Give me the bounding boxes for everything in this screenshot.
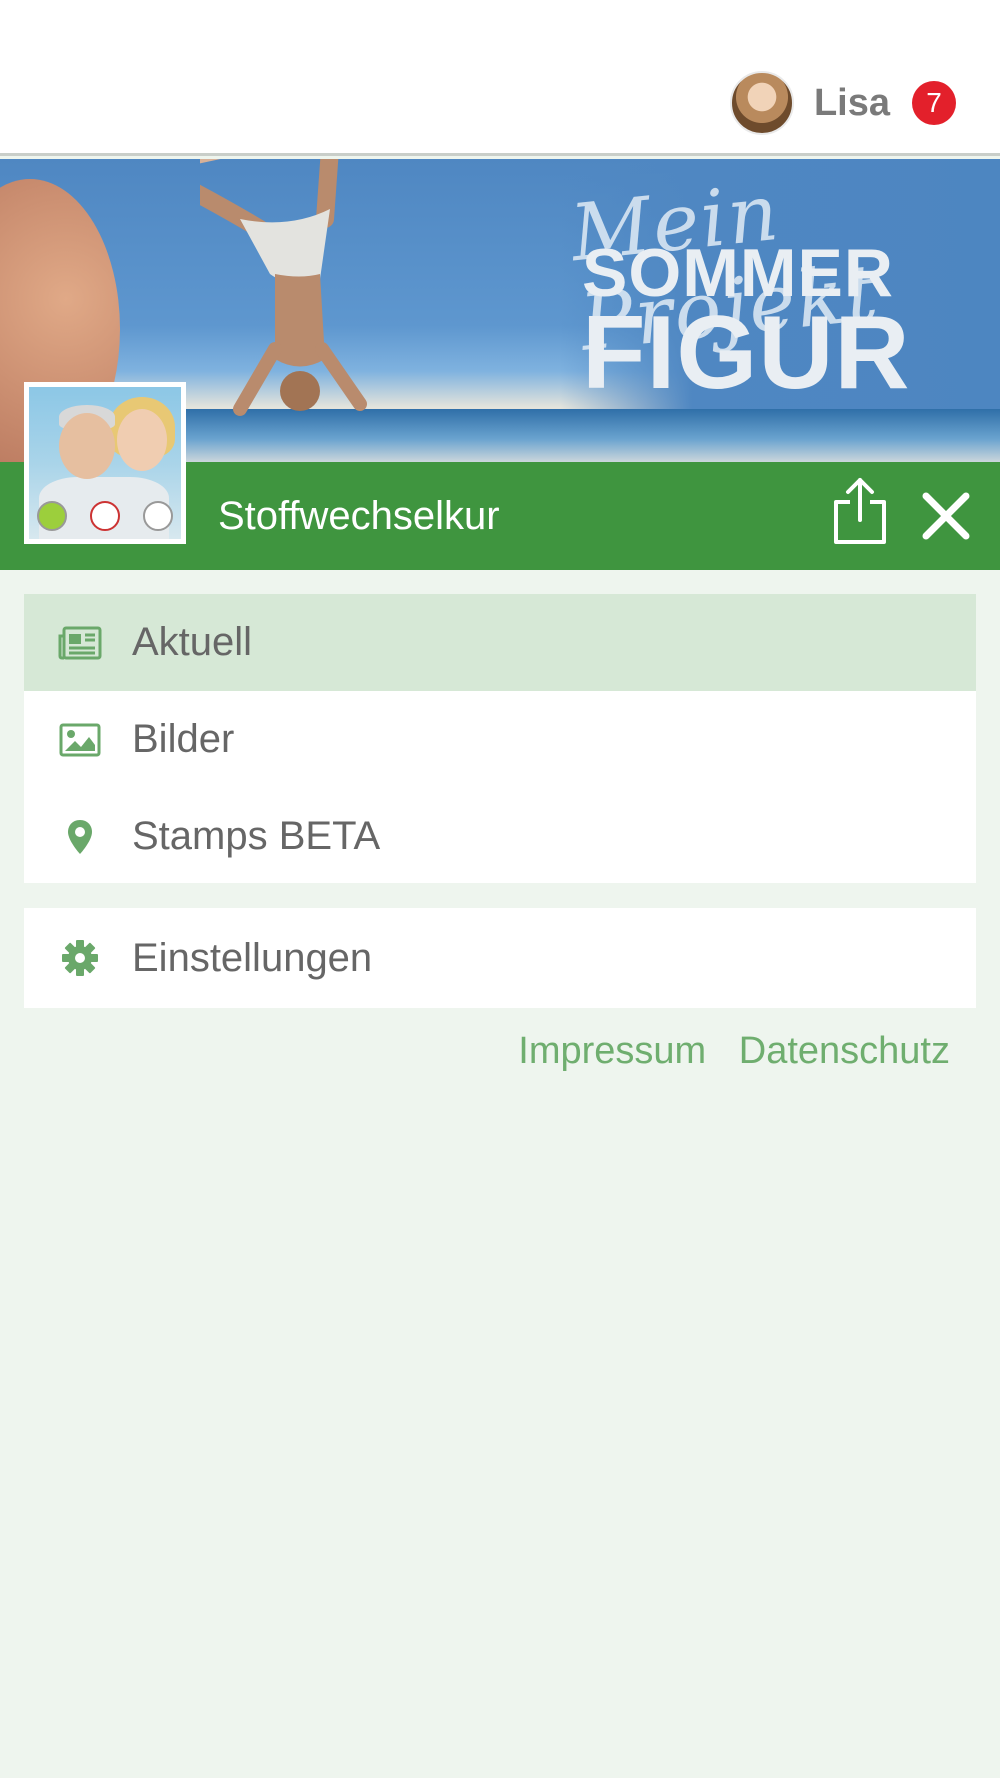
impressum-link[interactable]: Impressum [518,1030,706,1072]
banner-title-line2: FIGUR [582,295,911,411]
handstand-figure [200,159,367,416]
menu-item-einstellungen[interactable]: Einstellungen [24,908,976,1008]
user-menu[interactable]: Lisa 7 [729,70,956,136]
walker-icon [143,501,173,531]
newspaper-icon [58,621,102,665]
group-photo [29,387,181,539]
share-icon[interactable] [832,476,888,546]
footer-links: Impressum Datenschutz [496,1030,950,1073]
gear-icon [58,936,102,980]
group-title: Stoffwechselkur [218,494,500,538]
notification-badge[interactable]: 7 [912,81,956,125]
menu-item-label: Bilder [132,717,235,761]
group-thumbnail[interactable] [24,382,186,544]
thumb-logo-icons [37,499,173,533]
menu-item-aktuell[interactable]: Aktuell [24,594,976,691]
menu-item-stamps[interactable]: Stamps BETA [24,788,976,885]
menu-item-bilder[interactable]: Bilder [24,691,976,788]
heart-icon [90,501,120,531]
thumb-face-woman [117,409,167,471]
settings-menu: Einstellungen [24,908,976,1008]
apple-icon [37,501,67,531]
avatar[interactable] [729,71,794,135]
close-icon[interactable] [920,490,972,542]
menu-item-label: Aktuell [132,620,253,664]
datenschutz-link[interactable]: Datenschutz [739,1030,950,1072]
user-name[interactable]: Lisa [814,82,890,125]
thumb-face-man [59,413,115,479]
top-bar: Lisa 7 [0,0,1000,156]
main-menu: Aktuell Bilder Stamps BETA [24,594,976,883]
menu-item-label: Stamps BETA [132,814,381,858]
image-icon [58,718,102,762]
map-pin-icon [58,815,102,859]
menu-item-label: Einstellungen [132,935,373,980]
